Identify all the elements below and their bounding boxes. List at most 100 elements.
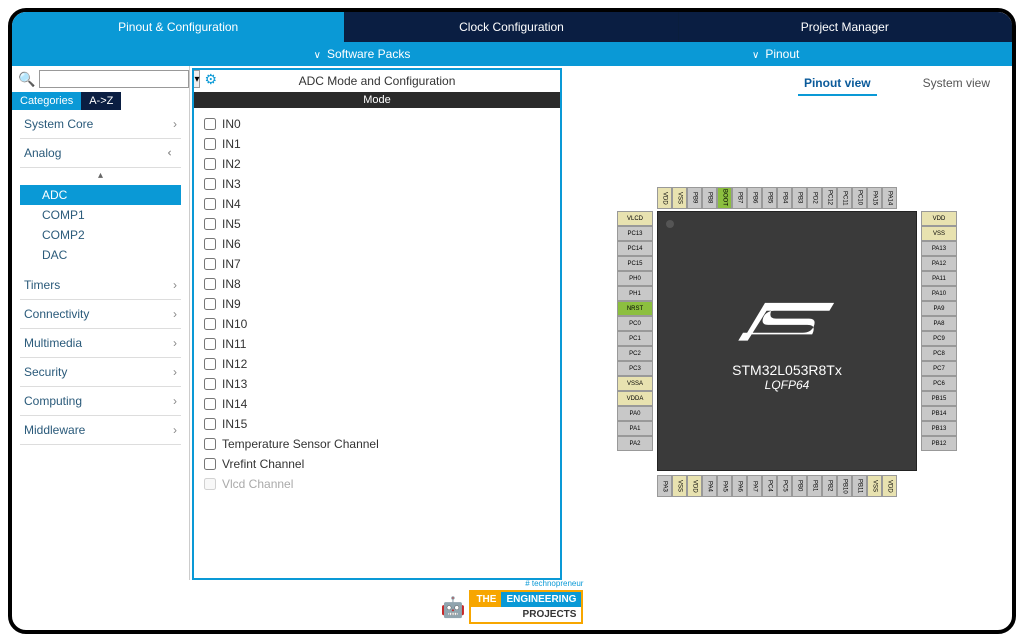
check-in8[interactable]: IN8 <box>204 274 550 294</box>
checkbox-input[interactable] <box>204 418 216 430</box>
category-timers[interactable]: Timers› <box>20 271 181 300</box>
pin-pb11[interactable]: PB11 <box>852 475 867 497</box>
category-analog[interactable]: Analog⌄ <box>20 139 181 168</box>
search-input[interactable] <box>39 70 189 88</box>
pin-pb7[interactable]: PB7 <box>732 187 747 209</box>
pin-pc12[interactable]: PC12 <box>822 187 837 209</box>
category-system-core[interactable]: System Core› <box>20 110 181 139</box>
check-in10[interactable]: IN10 <box>204 314 550 334</box>
pinout-dropdown[interactable]: Pinout <box>712 47 1012 61</box>
checkbox-input[interactable] <box>204 198 216 210</box>
pin-pc4[interactable]: PC4 <box>762 475 777 497</box>
pin-pc6[interactable]: PC6 <box>921 376 957 391</box>
pin-vdd[interactable]: VDD <box>657 187 672 209</box>
checkbox-input[interactable] <box>204 398 216 410</box>
pin-pa0[interactable]: PA0 <box>617 406 653 421</box>
pin-pb13[interactable]: PB13 <box>921 421 957 436</box>
category-middleware[interactable]: Middleware› <box>20 416 181 445</box>
check-in7[interactable]: IN7 <box>204 254 550 274</box>
pin-pb12[interactable]: PB12 <box>921 436 957 451</box>
pin-vss[interactable]: VSS <box>672 187 687 209</box>
pin-pa4[interactable]: PA4 <box>702 475 717 497</box>
pin-vlcd[interactable]: VLCD <box>617 211 653 226</box>
pin-pa12[interactable]: PA12 <box>921 256 957 271</box>
pin-pb5[interactable]: PB5 <box>762 187 777 209</box>
check-in13[interactable]: IN13 <box>204 374 550 394</box>
check-in4[interactable]: IN4 <box>204 194 550 214</box>
pin-ph0[interactable]: PH0 <box>617 271 653 286</box>
check-in11[interactable]: IN11 <box>204 334 550 354</box>
checkbox-input[interactable] <box>204 178 216 190</box>
checkbox-input[interactable] <box>204 318 216 330</box>
pin-pb9[interactable]: PB9 <box>687 187 702 209</box>
pin-vss[interactable]: VSS <box>921 226 957 241</box>
software-packs-dropdown[interactable]: Software Packs <box>12 47 712 61</box>
tab-project-manager[interactable]: Project Manager <box>679 12 1012 42</box>
pin-pb3[interactable]: PB3 <box>792 187 807 209</box>
checkbox-input[interactable] <box>204 238 216 250</box>
category-security[interactable]: Security› <box>20 358 181 387</box>
pin-pb6[interactable]: PB6 <box>747 187 762 209</box>
pin-vdda[interactable]: VDDA <box>617 391 653 406</box>
pin-pc15[interactable]: PC15 <box>617 256 653 271</box>
check-in12[interactable]: IN12 <box>204 354 550 374</box>
chip-diagram[interactable]: VDDVSSPB9PB8BOOTPB7PB6PB5PB4PB3PD2PC12PC… <box>607 181 967 511</box>
pin-pa10[interactable]: PA10 <box>921 286 957 301</box>
pin-pa2[interactable]: PA2 <box>617 436 653 451</box>
pin-pc8[interactable]: PC8 <box>921 346 957 361</box>
subcat-comp1[interactable]: COMP1 <box>20 205 181 225</box>
pin-pb14[interactable]: PB14 <box>921 406 957 421</box>
category-multimedia[interactable]: Multimedia› <box>20 329 181 358</box>
checkbox-input[interactable] <box>204 278 216 290</box>
pin-pa6[interactable]: PA6 <box>732 475 747 497</box>
tab-pinout-config[interactable]: Pinout & Configuration <box>12 12 345 42</box>
checkbox-input[interactable] <box>204 298 216 310</box>
check-in3[interactable]: IN3 <box>204 174 550 194</box>
tab-pinout-view[interactable]: Pinout view <box>798 72 877 96</box>
checkbox-input[interactable] <box>204 218 216 230</box>
pin-pc3[interactable]: PC3 <box>617 361 653 376</box>
pin-pc13[interactable]: PC13 <box>617 226 653 241</box>
pin-pc2[interactable]: PC2 <box>617 346 653 361</box>
checkbox-input[interactable] <box>204 378 216 390</box>
checkbox-input[interactable] <box>204 118 216 130</box>
check-in1[interactable]: IN1 <box>204 134 550 154</box>
category-connectivity[interactable]: Connectivity› <box>20 300 181 329</box>
check-temperature-sensor-channel[interactable]: Temperature Sensor Channel <box>204 434 550 454</box>
pin-vdd[interactable]: VDD <box>921 211 957 226</box>
check-in6[interactable]: IN6 <box>204 234 550 254</box>
pin-pc14[interactable]: PC14 <box>617 241 653 256</box>
pin-pd2[interactable]: PD2 <box>807 187 822 209</box>
check-in15[interactable]: IN15 <box>204 414 550 434</box>
checkbox-input[interactable] <box>204 138 216 150</box>
pin-pa15[interactable]: PA15 <box>867 187 882 209</box>
checkbox-input[interactable] <box>204 258 216 270</box>
pin-vdd[interactable]: VDD <box>882 475 897 497</box>
pin-vss[interactable]: VSS <box>672 475 687 497</box>
pin-pc9[interactable]: PC9 <box>921 331 957 346</box>
pin-pc1[interactable]: PC1 <box>617 331 653 346</box>
check-in0[interactable]: IN0 <box>204 114 550 134</box>
mode-section-header[interactable]: Mode <box>194 92 560 108</box>
check-in2[interactable]: IN2 <box>204 154 550 174</box>
subcat-dac[interactable]: DAC <box>20 245 181 265</box>
cat-tab-az[interactable]: A->Z <box>81 92 121 110</box>
check-in5[interactable]: IN5 <box>204 214 550 234</box>
pin-pb0[interactable]: PB0 <box>792 475 807 497</box>
pin-pb8[interactable]: PB8 <box>702 187 717 209</box>
tab-clock-config[interactable]: Clock Configuration <box>345 12 678 42</box>
pin-pb2[interactable]: PB2 <box>822 475 837 497</box>
pin-pc10[interactable]: PC10 <box>852 187 867 209</box>
pin-pa5[interactable]: PA5 <box>717 475 732 497</box>
check-vrefint-channel[interactable]: Vrefint Channel <box>204 454 550 474</box>
pin-boot[interactable]: BOOT <box>717 187 732 209</box>
pin-vss[interactable]: VSS <box>867 475 882 497</box>
pin-vssa[interactable]: VSSA <box>617 376 653 391</box>
pin-ph1[interactable]: PH1 <box>617 286 653 301</box>
cat-tab-categories[interactable]: Categories <box>12 92 81 110</box>
pin-pb1[interactable]: PB1 <box>807 475 822 497</box>
checkbox-input[interactable] <box>204 338 216 350</box>
tab-system-view[interactable]: System view <box>917 72 996 96</box>
pin-pc7[interactable]: PC7 <box>921 361 957 376</box>
check-in9[interactable]: IN9 <box>204 294 550 314</box>
